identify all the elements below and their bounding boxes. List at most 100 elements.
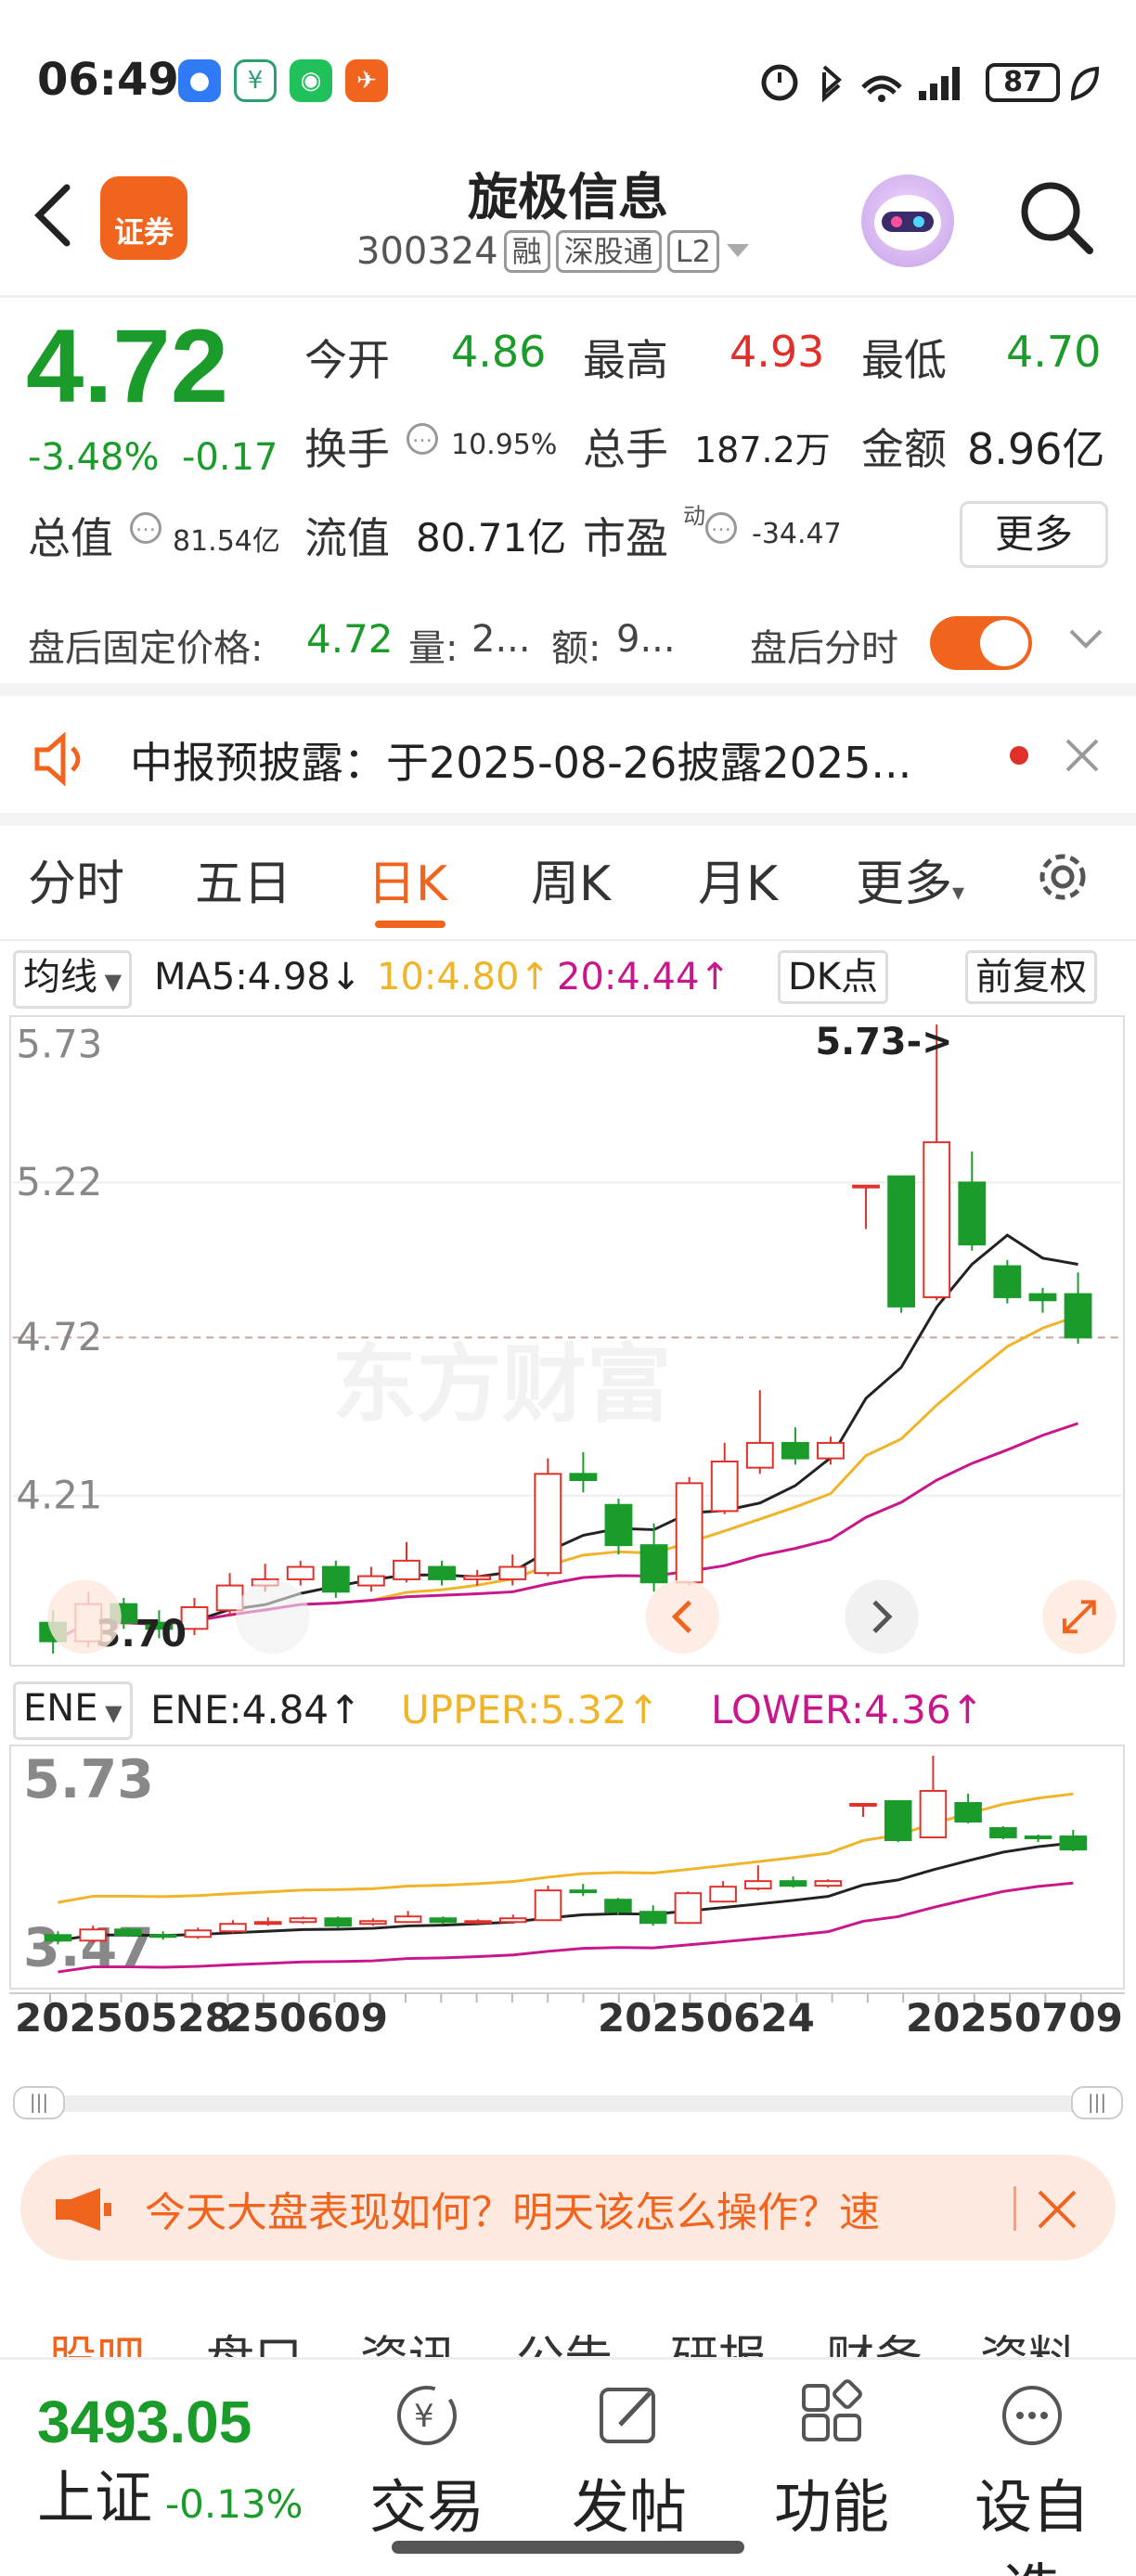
promo-banner[interactable]: 今天大盘表现如何？明天该怎么操作？速 [20, 2155, 1116, 2260]
ene-candle-body [499, 1917, 527, 1924]
tab-more[interactable]: 更多▾ [856, 844, 964, 914]
open-value: 4.86 [451, 327, 547, 377]
high-value: 4.93 [729, 327, 825, 377]
chevron-down-icon[interactable] [1067, 625, 1104, 653]
candle-body [569, 1473, 598, 1481]
watermark: 东方财富 [331, 1335, 671, 1435]
tab-five-day[interactable]: 五日 [195, 844, 291, 914]
date-axis: 20250528 20250609 20250624 20250709 [9, 1991, 1125, 2041]
total-mv-value: 81.54亿 [173, 525, 280, 558]
toggle-knob [980, 620, 1028, 666]
wechat-icon: ◉ [290, 59, 332, 102]
ene-upper-value: UPPER:5.32↑ [401, 1687, 660, 1732]
add-watchlist-button[interactable]: 设自选 [949, 2378, 1116, 2576]
status-bar: 06:49 ● ¥ ◉ ✈ 87 [0, 0, 1136, 139]
more-button[interactable]: 更多 [960, 501, 1108, 568]
pe-info-icon[interactable]: … [705, 512, 737, 544]
chart-range-scrollbar[interactable]: ||| ||| [13, 2086, 1123, 2119]
candle-body [428, 1565, 456, 1580]
banner-text: 今天大盘表现如何？明天该怎么操作？速 [145, 2189, 880, 2236]
turnover-info-icon[interactable]: … [407, 423, 438, 455]
chevron-down-icon: ▼ [97, 969, 123, 995]
grid-icon [802, 2379, 862, 2441]
ene-candle-body [114, 1928, 142, 1937]
dk-point-button[interactable]: DK点 [778, 950, 889, 1004]
pe-value: -34.47 [752, 518, 842, 550]
total-mv-info-icon[interactable]: … [130, 512, 161, 544]
after-hours-amount-label: 额: [551, 627, 601, 670]
y-axis-label: 5.22 [16, 1159, 102, 1204]
candle-body [534, 1473, 562, 1575]
post-label: 发帖 [571, 2473, 687, 2541]
candle-body [393, 1559, 420, 1580]
notice-row[interactable]: 中报预披露：于2025-08-26披露2025... [0, 696, 1136, 817]
candle-body [958, 1181, 987, 1246]
candle-body [286, 1565, 315, 1580]
functions-button[interactable]: 功能 [748, 2378, 915, 2544]
ma-selector[interactable]: 均线 ▼ [13, 950, 133, 1009]
battery-indicator: 87 [986, 63, 1060, 102]
ene-candle-body [604, 1899, 632, 1913]
assistant-avatar[interactable] [861, 174, 954, 267]
adjust-selector[interactable]: 前复权 [965, 950, 1097, 1004]
chevron-down-icon: ▼ [97, 1700, 123, 1726]
next-day-button[interactable] [845, 1579, 919, 1655]
ma20-value: 20:4.44↑ [557, 956, 730, 998]
candle-body [745, 1441, 774, 1469]
back-icon[interactable] [26, 178, 82, 252]
megaphone-icon [56, 2188, 111, 2231]
ma-indicator-row: 均线 ▼ MA5:4.98↓ 10:4.80↑ 20:4.44↑ DK点 前复权 [13, 947, 1127, 1009]
close-icon[interactable] [1036, 2188, 1078, 2231]
ene-chart[interactable]: 5.73 3.47 [9, 1745, 1125, 1990]
volume-label: 总手 [583, 424, 668, 474]
zoom-out-button[interactable] [236, 1579, 310, 1655]
after-hours-price-label: 盘后固定价格: [28, 627, 264, 670]
gear-icon[interactable] [1030, 844, 1095, 909]
tab-daily-k[interactable]: 日K [368, 844, 447, 914]
ene-candle-body [289, 1917, 317, 1924]
candle-body [817, 1441, 845, 1460]
tab-weekly-k[interactable]: 周K [531, 844, 611, 914]
indicator-selector-label: ENE [23, 1687, 98, 1730]
scroll-handle-right[interactable]: ||| [1071, 2086, 1123, 2119]
ene-candle-body [989, 1827, 1017, 1839]
ene-candle-body [534, 1889, 562, 1922]
more-dots-icon [1002, 2386, 1062, 2445]
candle-body [1064, 1293, 1092, 1339]
date-label-3: 20250624 [598, 1995, 815, 2041]
stock-code-row[interactable]: 300324 融 深股通 L2 [356, 230, 751, 273]
indicator-selector[interactable]: ENE ▼ [13, 1681, 133, 1740]
pe-label: 市盈 [583, 513, 668, 563]
level2-tag: L2 [666, 230, 719, 273]
tab-intraday[interactable]: 分时 [28, 844, 124, 914]
scroll-handle-left[interactable]: ||| [13, 2086, 65, 2119]
close-icon[interactable] [1064, 737, 1101, 774]
tab-monthly-k[interactable]: 月K [698, 844, 778, 914]
prev-day-button[interactable] [645, 1579, 720, 1655]
ene-candle-body [1024, 1835, 1052, 1840]
securities-app-icon: ✈ [345, 59, 388, 102]
search-icon[interactable] [1013, 174, 1097, 258]
ene-candle-body [744, 1880, 772, 1890]
robot-icon [874, 195, 941, 251]
add-watchlist-label: 设自选 [974, 2473, 1090, 2576]
index-value: 3493.05 [37, 2389, 252, 2455]
index-ticker[interactable]: 3493.05 上证 -0.13% [37, 2388, 303, 2534]
banner-divider [1013, 2186, 1016, 2231]
post-button[interactable]: 发帖 [546, 2378, 713, 2544]
ene-candle-body [219, 1923, 247, 1933]
index-name: 上证 [37, 2464, 153, 2531]
kline-chart[interactable]: 东方财富 5.735.224.724.21 5.73-> 3.70 [9, 1015, 1125, 1667]
prev-circle[interactable] [47, 1579, 122, 1655]
app-logo-text: 证券 [113, 214, 174, 250]
ene-candle-body [639, 1911, 667, 1925]
candle-body [887, 1175, 916, 1307]
trade-button[interactable]: ¥ 交易 [343, 2378, 510, 2544]
ene-candle-body [779, 1880, 807, 1887]
dropdown-icon[interactable] [725, 242, 751, 261]
ene-candle-body [674, 1892, 703, 1925]
dk-point-label: DK点 [788, 956, 879, 998]
after-hours-amount-value: 9... [616, 618, 676, 661]
leaf-icon [1070, 66, 1100, 101]
scroll-track [13, 2095, 1123, 2112]
